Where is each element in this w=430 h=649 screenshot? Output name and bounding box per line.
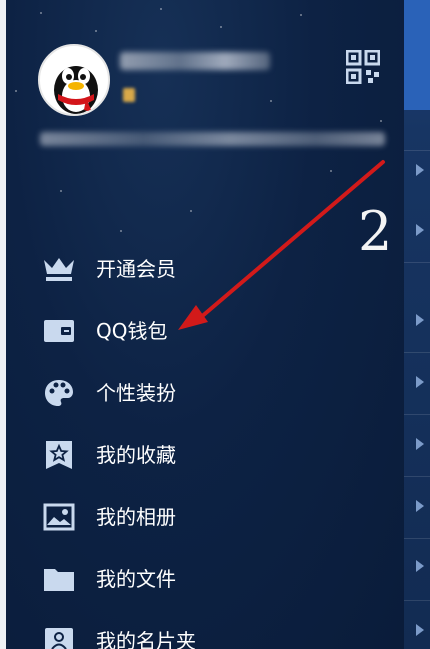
menu-item-personalize[interactable]: 个性装扮: [0, 362, 404, 424]
menu-item-album[interactable]: 我的相册: [0, 486, 404, 548]
screen-edge: [0, 0, 6, 649]
vip-badge: [123, 88, 135, 102]
user-name-blurred: [120, 52, 270, 70]
chevron-right-icon: [416, 624, 424, 636]
divider: [404, 414, 430, 415]
menu-item-label: 我的名片夹: [96, 629, 196, 649]
side-drawer: 开通会员 QQ钱包 个性装扮 我的收藏 我的相册 我的文件 我的名片夹 2: [0, 0, 404, 649]
menu-item-cards[interactable]: 我的名片夹: [0, 610, 404, 649]
divider: [404, 262, 430, 263]
divider: [404, 150, 430, 151]
menu-item-favorites[interactable]: 我的收藏: [0, 424, 404, 486]
star-bookmark-icon: [42, 439, 76, 471]
menu-item-label: 我的文件: [96, 567, 176, 591]
menu-item-label: 我的相册: [96, 505, 176, 529]
menu-item-label: 开通会员: [96, 257, 176, 281]
menu-item-label: 个性装扮: [96, 381, 176, 405]
chevron-right-icon: [416, 560, 424, 572]
menu-item-vip[interactable]: 开通会员: [0, 238, 404, 300]
main-screen-peek[interactable]: [404, 0, 430, 649]
step-number-annotation: 2: [358, 200, 393, 263]
palette-icon: [42, 377, 76, 409]
divider: [404, 600, 430, 601]
divider: [404, 476, 430, 477]
menu-item-label: QQ钱包: [96, 319, 168, 343]
photo-icon: [42, 501, 76, 533]
chevron-right-icon: [416, 376, 424, 388]
qr-code-icon[interactable]: [345, 49, 381, 85]
divider: [404, 538, 430, 539]
chevron-right-icon: [416, 500, 424, 512]
main-screen-header: [404, 0, 430, 110]
drawer-menu: 开通会员 QQ钱包 个性装扮 我的收藏 我的相册 我的文件 我的名片夹: [0, 238, 404, 649]
avatar[interactable]: [38, 44, 110, 116]
menu-item-label: 我的收藏: [96, 443, 176, 467]
wallet-icon: [42, 315, 76, 347]
chevron-right-icon: [416, 314, 424, 326]
contact-card-icon: [42, 625, 76, 649]
divider: [404, 352, 430, 353]
chevron-right-icon: [416, 224, 424, 236]
qq-penguin-icon: [54, 66, 98, 114]
menu-item-wallet[interactable]: QQ钱包: [0, 300, 404, 362]
user-signature-blurred: [40, 132, 385, 146]
folder-icon: [42, 563, 76, 595]
chevron-right-icon: [416, 438, 424, 450]
crown-icon: [42, 253, 76, 285]
chevron-right-icon: [416, 164, 424, 176]
menu-item-files[interactable]: 我的文件: [0, 548, 404, 610]
